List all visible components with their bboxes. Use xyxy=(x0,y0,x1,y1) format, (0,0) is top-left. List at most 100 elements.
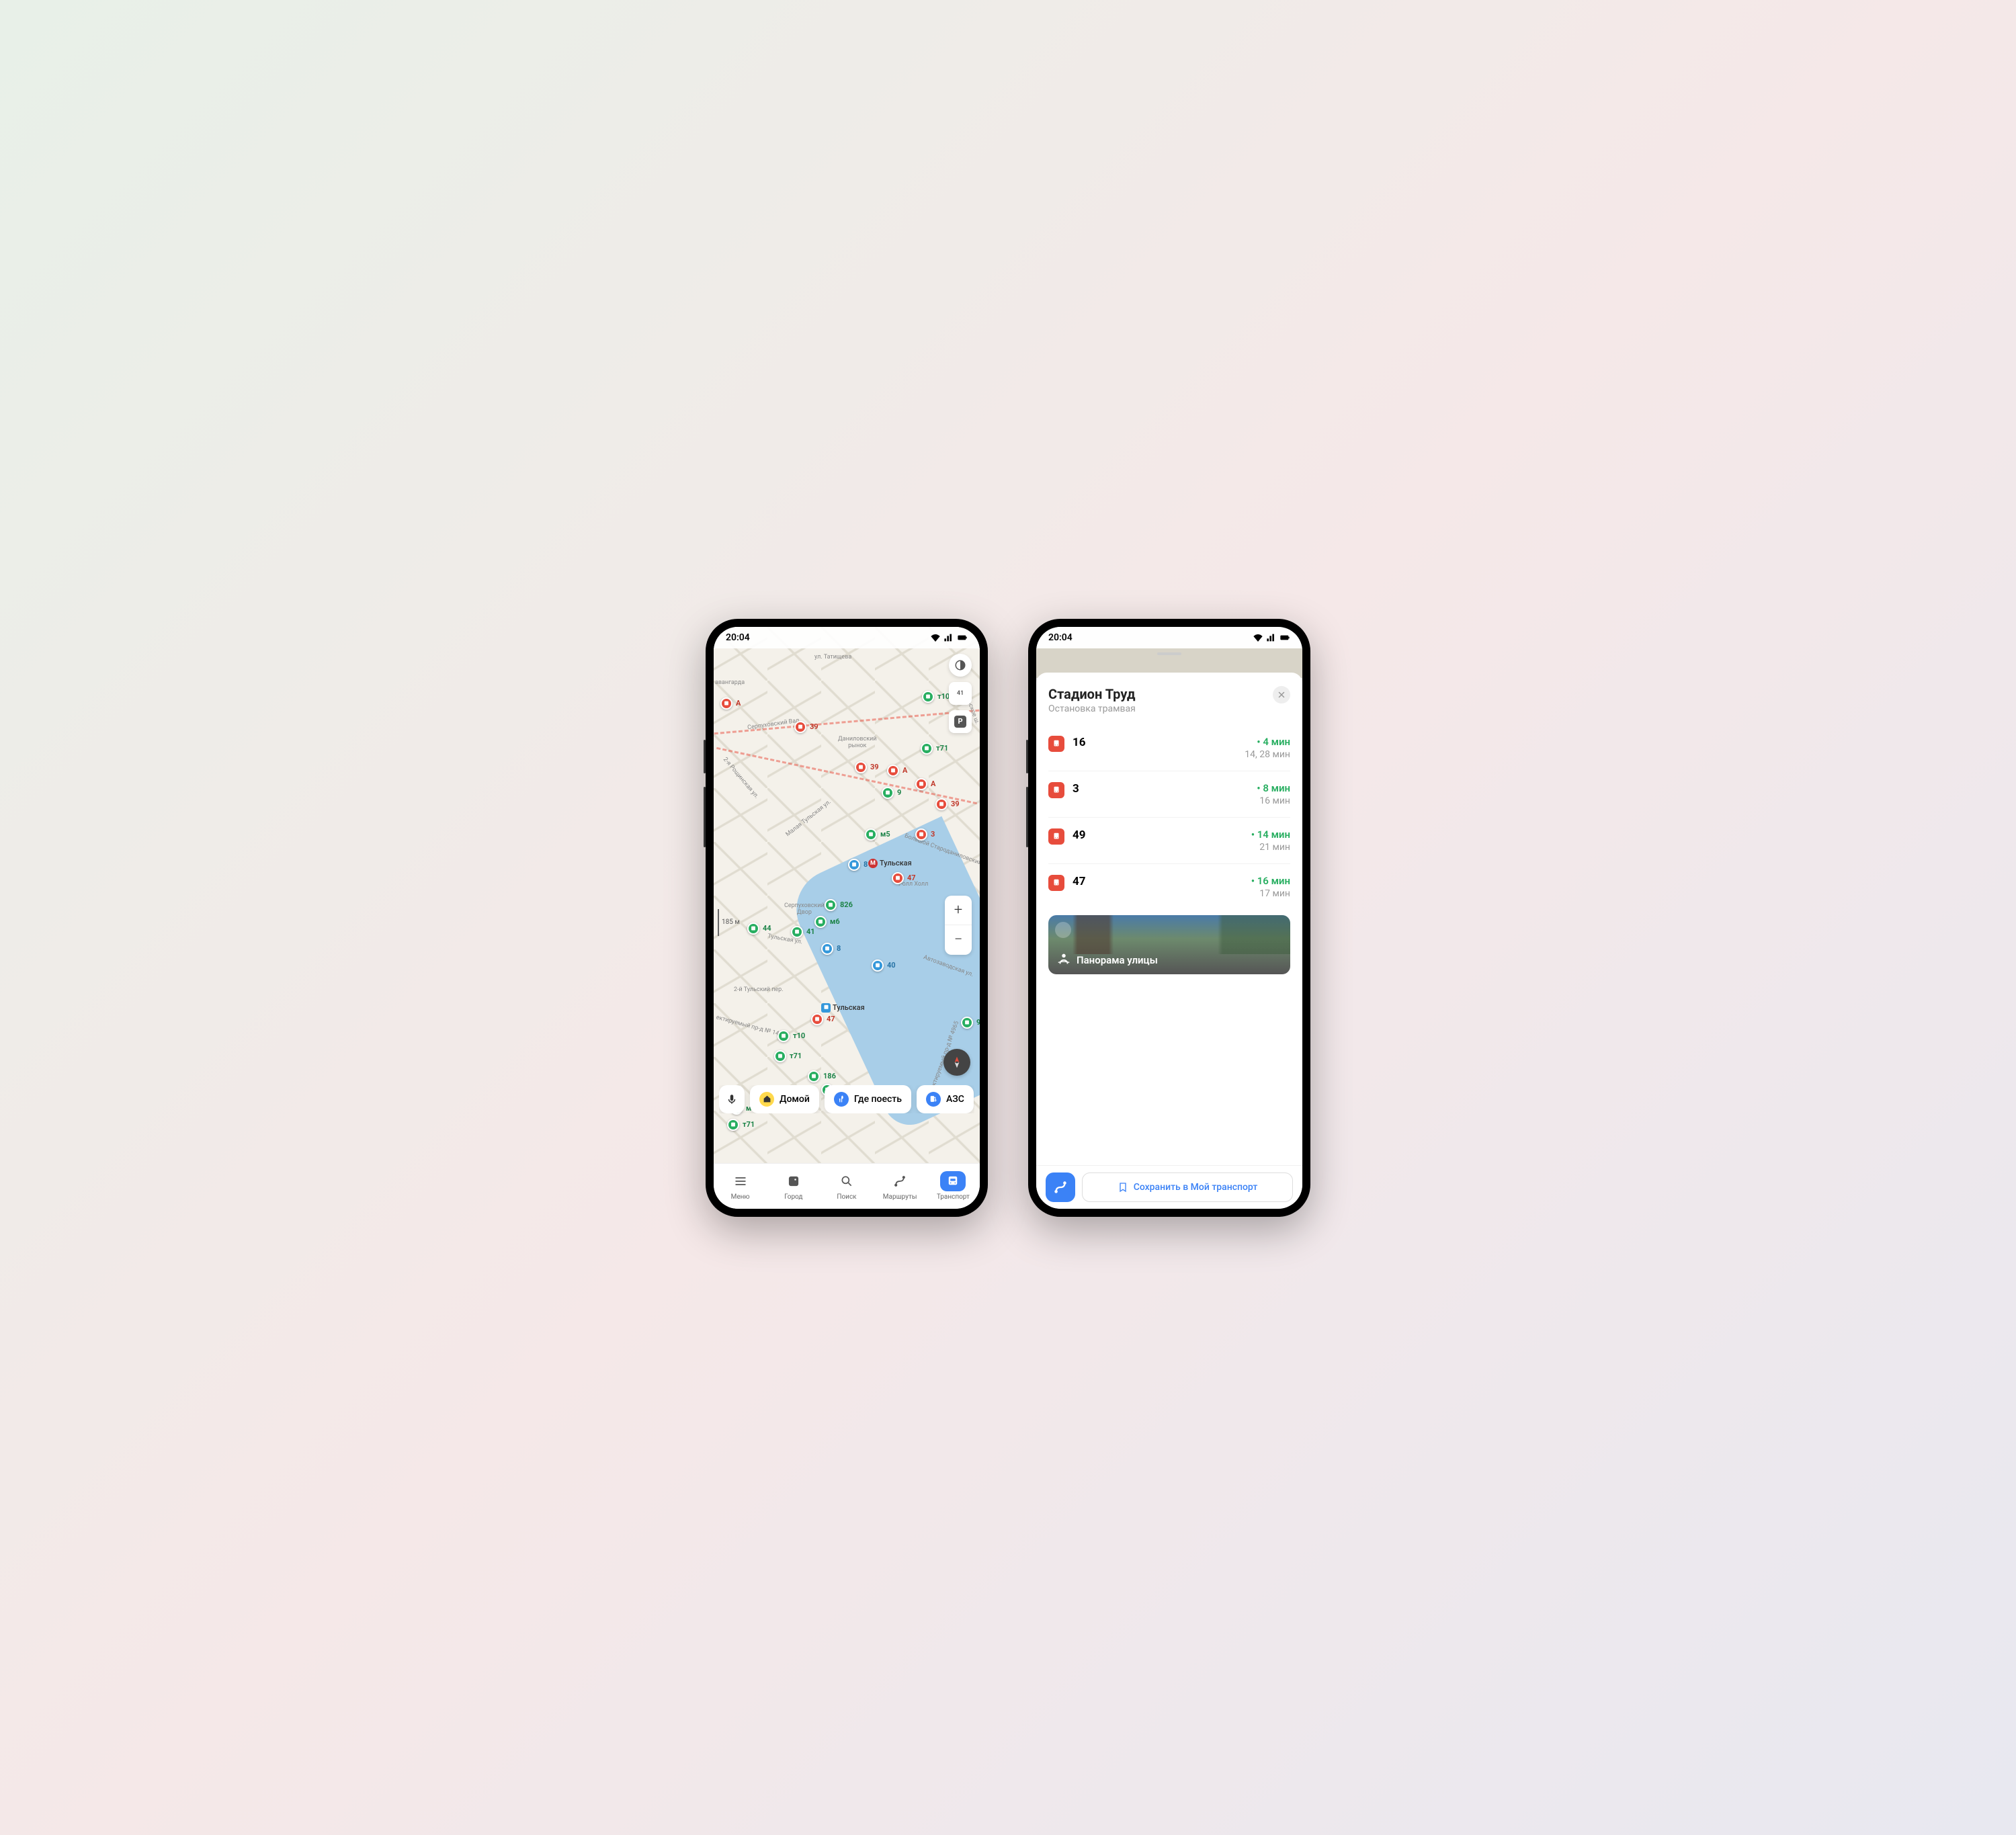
route-row[interactable]: 47 16 мин 17 мин xyxy=(1048,863,1290,910)
transit-marker[interactable]: 8 xyxy=(821,943,843,955)
transit-marker[interactable]: 40 xyxy=(872,959,898,972)
route-eta: 14 мин xyxy=(1251,828,1290,841)
nav-label: Город xyxy=(784,1193,802,1201)
route-list: 16 4 мин 14, 28 мин 3 8 мин 16 мин xyxy=(1048,725,1290,1157)
route-number: 3 xyxy=(1073,782,1249,796)
status-time: 20:04 xyxy=(726,632,750,643)
close-button[interactable] xyxy=(1273,686,1290,703)
route-eta: 8 мин xyxy=(1257,782,1290,794)
transit-marker[interactable]: т71 xyxy=(921,742,950,755)
signal-icon xyxy=(1266,632,1277,643)
zoom-out-button[interactable]: − xyxy=(945,925,972,955)
tram-icon xyxy=(1048,782,1064,798)
nav-city[interactable]: Город xyxy=(770,1171,817,1201)
street-label: 2-й Тульский пер. xyxy=(734,986,784,993)
map-controls: 41 P xyxy=(949,654,972,733)
route-number: 49 xyxy=(1073,828,1243,842)
route-icon xyxy=(1053,1180,1068,1195)
signal-icon xyxy=(943,632,954,643)
transit-marker[interactable]: 9 xyxy=(882,787,903,799)
route-row[interactable]: 16 4 мин 14, 28 мин xyxy=(1048,725,1290,771)
metro-station[interactable]: М Тульская xyxy=(868,859,912,868)
voice-button[interactable] xyxy=(719,1085,745,1113)
metro-name: Тульская xyxy=(880,859,912,867)
transit-marker[interactable]: 826 xyxy=(825,899,855,911)
panorama-label: Панорама улицы xyxy=(1077,954,1158,966)
transit-marker[interactable]: А xyxy=(915,778,937,790)
route-row[interactable]: 49 14 мин 21 мин xyxy=(1048,817,1290,863)
city-icon xyxy=(787,1175,800,1188)
food-icon xyxy=(834,1092,849,1107)
gas-icon xyxy=(926,1092,941,1107)
transit-marker[interactable]: А xyxy=(720,697,743,710)
scale-value: 185 м xyxy=(722,919,740,926)
transit-marker[interactable]: т10 xyxy=(778,1030,807,1042)
zoom-in-button[interactable]: + xyxy=(945,896,972,925)
scale-bar: 185 м xyxy=(718,909,740,936)
status-icons xyxy=(930,632,968,643)
chip-home[interactable]: Домой xyxy=(750,1085,819,1113)
mic-icon xyxy=(726,1093,738,1105)
nav-label: Меню xyxy=(731,1193,750,1201)
screen-map: 20:04 ул. Татищева Серпуховский Вал Дани… xyxy=(714,627,980,1209)
chip-eat[interactable]: Где поесть xyxy=(825,1085,911,1113)
panorama-button[interactable]: Панорама улицы xyxy=(1048,915,1290,974)
map-view[interactable]: ул. Татищева Серпуховский Вал Даниловски… xyxy=(714,627,980,1163)
sheet-handle[interactable] xyxy=(1157,652,1181,655)
transit-marker[interactable]: т10 xyxy=(922,691,952,703)
streetview-icon xyxy=(1056,951,1071,966)
nav-menu[interactable]: Меню xyxy=(717,1171,764,1201)
statusbar: 20:04 xyxy=(714,627,980,648)
parking-icon: P xyxy=(954,716,966,728)
close-icon xyxy=(1277,691,1286,699)
transit-marker[interactable]: 47 xyxy=(811,1013,837,1025)
transit-marker[interactable]: 99 xyxy=(961,1017,980,1029)
transit-marker[interactable]: м5 xyxy=(865,828,892,841)
compass-button[interactable] xyxy=(943,1049,970,1076)
transit-marker[interactable]: 44 xyxy=(747,923,773,935)
transit-marker[interactable]: 41 xyxy=(791,926,817,938)
layers-button[interactable] xyxy=(949,654,972,677)
nav-routes[interactable]: Маршруты xyxy=(876,1171,923,1201)
route-row[interactable]: 3 8 мин 16 мин xyxy=(1048,771,1290,817)
traffic-button[interactable]: 41 xyxy=(949,682,972,705)
stop-subtitle: Остановка трамвая xyxy=(1048,703,1136,714)
wifi-icon xyxy=(1253,632,1263,643)
save-transport-button[interactable]: Сохранить в Мой транспорт xyxy=(1082,1172,1293,1202)
transit-marker[interactable]: 39 xyxy=(855,761,881,773)
route-number: 16 xyxy=(1073,736,1236,749)
route-times: 16 мин 17 мин xyxy=(1251,875,1290,899)
parking-button[interactable]: P xyxy=(949,710,972,733)
rail-name: Тульская xyxy=(833,1003,865,1012)
home-icon xyxy=(759,1092,774,1107)
transit-marker[interactable]: 39 xyxy=(794,721,821,733)
route-next: 14, 28 мин xyxy=(1245,749,1290,760)
panorama-preview xyxy=(1048,915,1290,954)
transit-marker[interactable]: 186 xyxy=(808,1070,838,1082)
nav-transport[interactable]: Транспорт xyxy=(929,1171,976,1201)
tram-icon xyxy=(1048,875,1064,891)
route-eta: 16 мин xyxy=(1251,875,1290,887)
chip-label: Домой xyxy=(780,1094,810,1105)
transport-icon xyxy=(946,1175,960,1188)
transit-marker[interactable]: т71 xyxy=(727,1119,757,1131)
route-times: 8 мин 16 мин xyxy=(1257,782,1290,806)
transit-marker[interactable]: м6 xyxy=(814,916,842,928)
transit-marker[interactable]: А xyxy=(887,765,909,777)
build-route-button[interactable] xyxy=(1046,1172,1075,1202)
nav-label: Транспорт xyxy=(937,1193,970,1201)
rail-icon xyxy=(821,1003,831,1013)
status-icons xyxy=(1253,632,1290,643)
zoom-controls: + − xyxy=(945,896,972,955)
transit-marker[interactable]: т71 xyxy=(774,1050,804,1062)
route-next: 21 мин xyxy=(1251,842,1290,853)
transit-marker[interactable]: 3 xyxy=(915,828,937,841)
metro-station[interactable]: Тульская xyxy=(821,1003,865,1013)
transit-marker[interactable]: 47 xyxy=(892,872,918,884)
transit-marker[interactable]: 8 xyxy=(848,859,870,871)
stop-sheet: Стадион Труд Остановка трамвая 16 4 мин … xyxy=(1036,673,1302,1165)
nav-search[interactable]: Поиск xyxy=(823,1171,870,1201)
save-label: Сохранить в Мой транспорт xyxy=(1134,1182,1258,1193)
chip-gas[interactable]: АЗС xyxy=(917,1085,974,1113)
transit-marker[interactable]: 39 xyxy=(935,798,962,810)
